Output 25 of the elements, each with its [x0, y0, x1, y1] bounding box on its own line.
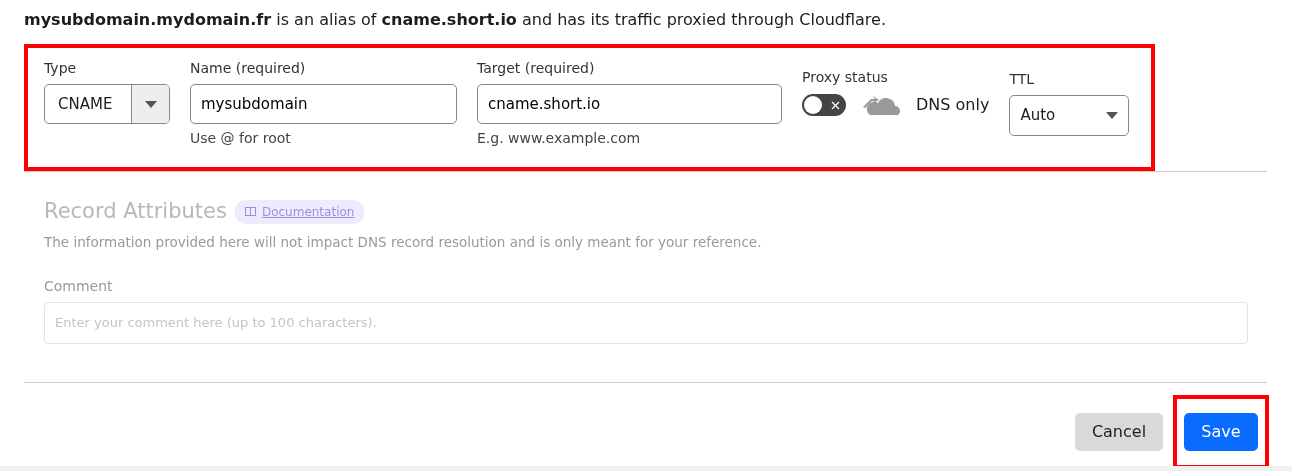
summary-text: mysubdomain.mydomain.fr is an alias of cname.short.io and has its traffic proxied through Cloudflare.	[23, 9, 888, 31]
description-text: The information provided here will not impact DNS record resolution and is only meant for your reference.	[44, 232, 763, 252]
help-text: Use @ for root	[190, 129, 292, 148]
caret-icon	[144, 100, 157, 108]
cancel-button[interactable]: Cancel	[1075, 413, 1163, 451]
caret-icon	[1106, 112, 1119, 119]
field-label: TTL	[1009, 70, 1036, 89]
proxy-status-text: DNS only	[916, 94, 990, 116]
type-select[interactable]: CNAME	[44, 84, 170, 124]
field-label: Name (required)	[190, 59, 307, 78]
book-icon	[244, 207, 256, 217]
help-text: E.g. www.example.com	[477, 129, 642, 148]
field-label: Comment	[44, 276, 114, 296]
text-field[interactable]: mysubdomain	[190, 84, 457, 124]
field-label: Proxy status	[802, 68, 889, 87]
comment-field[interactable]: Enter your comment here (up to 100 characters).	[44, 301, 1248, 344]
text-field[interactable]: cname.short.io	[477, 84, 782, 124]
ttl-select[interactable]: Auto	[1009, 95, 1130, 136]
close-icon	[831, 100, 840, 110]
field-label: Target (required)	[477, 59, 596, 78]
cloud-icon	[862, 93, 900, 117]
proxy-toggle[interactable]	[802, 94, 846, 116]
save-button[interactable]: Save	[1184, 413, 1258, 451]
field-label: Type	[44, 59, 78, 78]
section-title: Record Attributes	[44, 198, 227, 225]
